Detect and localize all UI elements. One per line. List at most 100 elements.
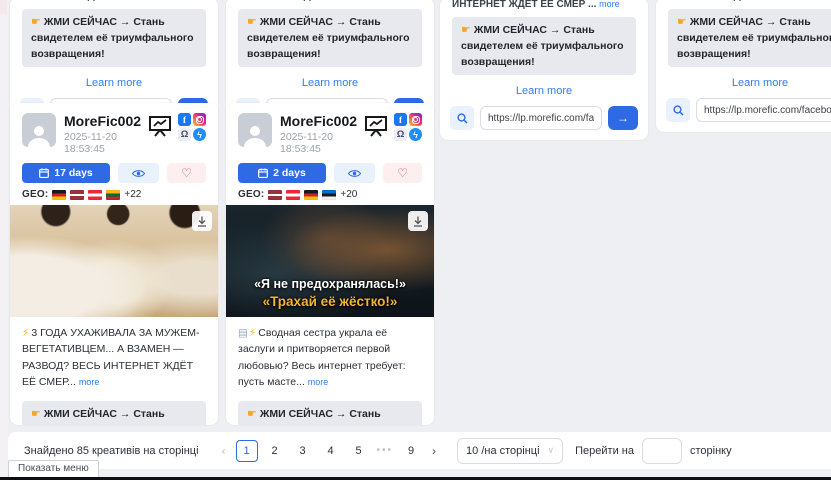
preview-button[interactable] (334, 163, 375, 183)
clipped-text-line: ИНТЕРНЕТ ЖДЁТ ЕЁ СМЕР ... more (668, 0, 831, 2)
more-link[interactable]: more (599, 0, 620, 9)
download-image-icon[interactable] (408, 211, 428, 231)
profile-name[interactable]: MoreFic002 (64, 113, 148, 129)
open-url-button[interactable]: → (608, 106, 638, 130)
prev-page-button[interactable]: ‹ (215, 444, 233, 458)
page-size-select[interactable]: 10 /на сторінці ∨ (457, 438, 563, 464)
results-count: Знайдено 85 креативів на сторінці (24, 445, 199, 457)
facebook-icon: f (394, 113, 407, 126)
preview-button[interactable] (118, 163, 159, 183)
creative-datetime: 2025-11-20 18:53:45 (64, 131, 148, 155)
facebook-icon: f (178, 113, 191, 126)
show-menu-tooltip[interactable]: Показать меню (8, 460, 99, 477)
geo-label: GEO: (238, 189, 264, 200)
creative-datetime: 2025-11-20 18:53:45 (280, 131, 364, 155)
learn-more-link[interactable]: Learn more (10, 77, 218, 89)
page-number-4[interactable]: 4 (320, 440, 342, 462)
instagram-icon (409, 113, 422, 126)
pages-ellipsis[interactable]: ••• (377, 445, 394, 456)
country-flag (322, 190, 336, 200)
page-number-1[interactable]: 1 (236, 440, 258, 462)
creative-image[interactable] (10, 205, 218, 317)
messenger-icon: ϟ (193, 128, 206, 141)
download-image-icon[interactable] (192, 211, 212, 231)
page-number-5[interactable]: 5 (348, 440, 370, 462)
goto-page-label: Перейти на (575, 445, 634, 457)
analytics-board-icon[interactable] (148, 115, 172, 137)
clipped-text-line: ИНТЕРНЕТ ЖДЁТ ЕЁ СМЕР ... more (238, 0, 422, 2)
more-link[interactable]: more (308, 377, 329, 387)
country-flag (268, 190, 282, 200)
next-page-button[interactable]: › (425, 444, 443, 458)
chevron-right-icon: › (432, 444, 436, 458)
cta-box: ☛ЖМИ СЕЙЧАС → Стань свидетелем её триумф… (238, 401, 422, 425)
page-number-9[interactable]: 9 (400, 440, 422, 462)
country-flag (106, 190, 120, 200)
cta-box: ☛ЖМИ СЕЙЧАС → Стань свидетелем её триумф… (22, 9, 206, 67)
left-gutter-accent (0, 0, 7, 14)
learn-more-link[interactable]: Learn more (440, 85, 648, 97)
audience-network-icon: Ω (178, 128, 191, 141)
avatar (238, 113, 272, 147)
goto-page-input[interactable] (642, 438, 682, 464)
calendar-icon (258, 168, 268, 178)
page-number-3[interactable]: 3 (292, 440, 314, 462)
more-link[interactable]: more (385, 0, 406, 1)
learn-more-link[interactable]: Learn more (656, 77, 831, 89)
geo-row: GEO: +20 (226, 183, 434, 205)
heart-icon: ♡ (397, 166, 408, 180)
country-flag (88, 190, 102, 200)
days-active-button[interactable]: 17 days (22, 163, 110, 183)
calendar-icon (39, 168, 49, 178)
placements-icons: f Ω ϟ (394, 113, 422, 141)
favorite-button[interactable]: ♡ (167, 163, 206, 183)
geo-label: GEO: (22, 189, 48, 200)
country-flag (70, 190, 84, 200)
country-flag (52, 190, 66, 200)
search-icon[interactable] (666, 98, 690, 122)
geo-row: GEO: +22 (10, 183, 218, 205)
days-active-button[interactable]: 2 days (238, 163, 326, 183)
more-link[interactable]: more (79, 377, 100, 387)
audience-network-icon: Ω (394, 128, 407, 141)
pointing-hand-icon: ☛ (31, 16, 41, 28)
lightning-icon: ⚡ (22, 327, 29, 339)
landing-url-input[interactable] (480, 106, 602, 130)
favorite-button[interactable]: ♡ (383, 163, 422, 183)
more-link[interactable]: more (169, 0, 190, 1)
profile-name[interactable]: MoreFic002 (280, 113, 364, 129)
lightning-icon: ⚡ (249, 327, 256, 339)
heart-icon: ♡ (181, 166, 192, 180)
eye-icon (348, 169, 361, 178)
chevron-left-icon: ‹ (222, 444, 226, 458)
avatar (22, 113, 56, 147)
chevron-down-icon: ∨ (548, 445, 555, 456)
clipped-text-line: ИНТЕРНЕТ ЖДЁТ ЕЁ СМЕР ... more (22, 0, 206, 2)
search-icon[interactable] (450, 106, 474, 130)
country-flag (286, 190, 300, 200)
more-link[interactable]: more (815, 0, 831, 1)
cta-box: ☛ЖМИ СЕЙЧАС → Стань свидетелем её триумф… (22, 401, 206, 425)
learn-more-link[interactable]: Learn more (226, 77, 434, 89)
eye-icon (132, 169, 145, 178)
creative-body-text: ▤⚡Сводная сестра украла её заслуги и при… (226, 317, 434, 392)
landing-url-input[interactable] (696, 98, 831, 122)
page-number-2[interactable]: 2 (264, 440, 286, 462)
analytics-board-icon[interactable] (364, 115, 388, 137)
creative-body-text: ⚡3 ГОДА УХАЖИВАЛА ЗА МУЖЕМ-ВЕГЕТАТИВЦЕМ.… (10, 317, 218, 392)
country-flag (304, 190, 318, 200)
instagram-icon (193, 113, 206, 126)
pointing-hand-icon: ☛ (677, 16, 687, 28)
creative-card-2: MoreFic002 2025-11-20 18:53:45 f Ω ϟ 2 d… (226, 103, 434, 425)
geo-more-count[interactable]: +20 (340, 189, 357, 200)
creatives-grid-page: ИНТЕРНЕТ ЖДЁТ ЕЁ СМЕР ... more ☛ЖМИ СЕЙЧ… (0, 0, 831, 480)
pointing-hand-icon: ☛ (247, 16, 257, 28)
pointing-hand-icon: ☛ (461, 24, 471, 36)
creative-image[interactable]: «Я не предохранялась!» «Трахай её жёстко… (226, 205, 434, 317)
pagination-bar: Знайдено 85 креативів на сторінці ‹ 1 2 … (8, 432, 831, 469)
cta-box: ☛ЖМИ СЕЙЧАС → Стань свидетелем её триумф… (668, 9, 831, 67)
geo-more-count[interactable]: +22 (124, 189, 141, 200)
image-overlay-text: «Я не предохранялась!» «Трахай её жёстко… (226, 276, 434, 311)
creative-card-partial-3: ИНТЕРНЕТ ЖДЁТ ЕЁ СМЕР ... more ☛ЖМИ СЕЙЧ… (440, 0, 648, 140)
book-icon: ▤ (238, 327, 247, 339)
